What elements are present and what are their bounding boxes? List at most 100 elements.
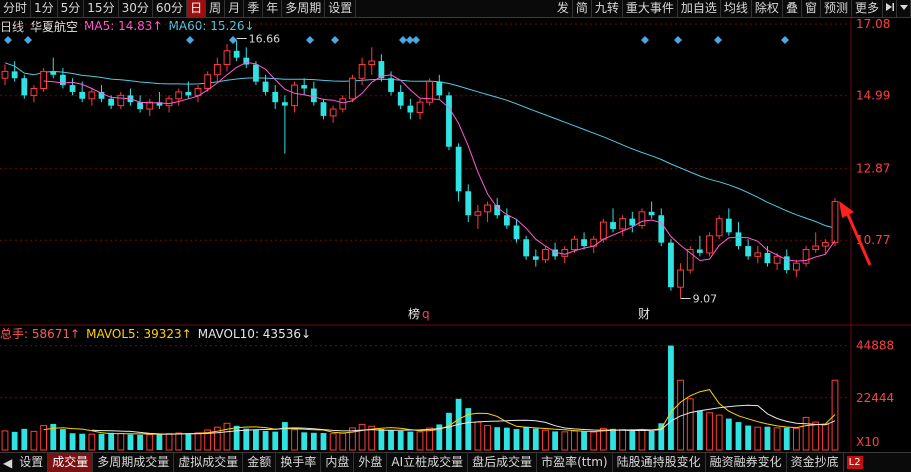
candle-body-54 bbox=[523, 239, 530, 257]
period-tab-6[interactable]: 日 bbox=[187, 0, 207, 17]
volume-bar-82 bbox=[793, 427, 800, 451]
volume-tick-0: 44888 bbox=[856, 339, 894, 353]
tool-button-10[interactable]: 更多 bbox=[852, 0, 883, 17]
period-tab-2[interactable]: 5分 bbox=[58, 0, 85, 17]
candle-67 bbox=[648, 201, 655, 219]
candle-body-8 bbox=[79, 91, 86, 99]
tool-button-2[interactable]: 九转 bbox=[592, 0, 623, 17]
period-tab-7[interactable]: 周 bbox=[206, 0, 226, 17]
candle-body-84 bbox=[812, 245, 820, 250]
volume-bar-80 bbox=[773, 427, 781, 451]
indicator-tab-4[interactable]: 金额 bbox=[243, 453, 277, 472]
price-tick-1: 14.99 bbox=[856, 89, 890, 103]
indicator-tab-6[interactable]: 内盘 bbox=[321, 453, 355, 472]
toolbar: 分时 1分 5分 15分 30分 60分日周月季年多周期 设置 发简九转 重大事件 加自选 均线除… bbox=[0, 0, 911, 18]
candle-37 bbox=[358, 57, 366, 86]
right-tool-buttons: 发简九转 重大事件 加自选 均线 除权叠窗预测 更多 bbox=[554, 0, 883, 17]
volume-bar-73 bbox=[706, 412, 713, 451]
period-tab-1[interactable]: 1分 bbox=[31, 0, 58, 17]
volume-bar-71 bbox=[686, 398, 694, 451]
candle-body-1 bbox=[11, 71, 18, 79]
candle-38 bbox=[368, 47, 376, 75]
tool-button-9[interactable]: 预测 bbox=[821, 0, 852, 17]
volume-bar-85 bbox=[821, 423, 829, 451]
candle-79 bbox=[764, 246, 771, 267]
candle-body-4 bbox=[40, 70, 47, 90]
volume-tick-1: 22444 bbox=[856, 391, 894, 405]
candle-70 bbox=[677, 263, 684, 299]
volume-bar-39 bbox=[378, 429, 385, 450]
indicator-tab-0[interactable]: 设置 bbox=[15, 453, 49, 472]
indicator-tab-7[interactable]: 外盘 bbox=[354, 453, 388, 472]
period-tab-0[interactable]: 分时 bbox=[0, 0, 32, 17]
candle-7 bbox=[69, 78, 76, 96]
volume-bar-41 bbox=[397, 430, 404, 450]
tool-button-4[interactable]: 加自选 bbox=[678, 0, 721, 17]
volume-bar-19 bbox=[185, 433, 192, 450]
candle-body-33 bbox=[320, 102, 327, 116]
indicator-tab-1[interactable]: 成交量 bbox=[48, 453, 94, 472]
candle-51 bbox=[494, 198, 501, 219]
volume-bar-60 bbox=[581, 431, 587, 450]
candle-body-67 bbox=[648, 211, 655, 216]
candle-4 bbox=[40, 67, 47, 92]
tabs-left-arrow-icon[interactable]: ◀ bbox=[0, 456, 15, 470]
period-tab-12[interactable]: 设置 bbox=[325, 0, 357, 17]
candle-body-6 bbox=[60, 74, 66, 86]
tool-button-1[interactable]: 简 bbox=[573, 0, 592, 17]
volume-bar-43 bbox=[416, 431, 424, 451]
candle-body-27 bbox=[262, 81, 269, 92]
period-tab-11[interactable]: 多周期 bbox=[282, 0, 326, 17]
volume-bar-79 bbox=[764, 426, 771, 450]
volume-bar-29 bbox=[281, 422, 288, 450]
volume-bar-30 bbox=[291, 429, 298, 451]
event-diamond-12 bbox=[781, 36, 789, 44]
volume-bar-31 bbox=[301, 432, 308, 450]
period-tab-3[interactable]: 15分 bbox=[84, 0, 119, 17]
indicator-tab-5[interactable]: 换手率 bbox=[276, 453, 322, 472]
period-tab-5[interactable]: 60分 bbox=[153, 0, 188, 17]
candle-body-28 bbox=[272, 91, 279, 103]
volume-bar-18 bbox=[175, 432, 183, 451]
kline-chart[interactable]: 17.0814.9912.8710.774488822444X10 16.669… bbox=[0, 18, 911, 452]
candle-body-31 bbox=[301, 85, 308, 89]
ma60-line bbox=[4, 62, 836, 229]
indicator-tab-3[interactable]: 虚拟成交量 bbox=[174, 453, 244, 472]
event-diamond-5 bbox=[331, 36, 339, 44]
indicator-tab-9[interactable]: 盘后成交量 bbox=[468, 453, 538, 472]
volume-bar-37 bbox=[358, 423, 366, 451]
volume-bar-7 bbox=[69, 433, 76, 450]
mavol10-path bbox=[91, 404, 836, 435]
tab-list: 设置 成交量 多周期成交量 虚拟成交量 金额 换手率 内盘 外盘 AI立桩成交量 盘后成交量 市盈率… bbox=[15, 453, 844, 472]
candle-body-60 bbox=[581, 239, 587, 247]
tool-button-5[interactable]: 均线 bbox=[721, 0, 752, 17]
tool-button-3[interactable]: 重大事件 bbox=[623, 0, 678, 17]
candle-body-63 bbox=[610, 222, 616, 229]
candle-52 bbox=[503, 208, 510, 229]
candle-74 bbox=[715, 215, 723, 240]
step-forward-icon[interactable] bbox=[883, 0, 897, 17]
period-tab-9[interactable]: 季 bbox=[244, 0, 264, 17]
indicator-tab-12[interactable]: 融资融券变化 bbox=[706, 453, 787, 472]
candle-body-79 bbox=[764, 252, 771, 264]
candle-33 bbox=[320, 98, 327, 120]
volume-bar-0 bbox=[1, 430, 9, 451]
period-tab-10[interactable]: 年 bbox=[263, 0, 283, 17]
tool-button-7[interactable]: 叠 bbox=[783, 0, 802, 17]
candle-body-85 bbox=[821, 242, 829, 247]
period-tab-4[interactable]: 30分 bbox=[119, 0, 153, 17]
indicator-tab-8[interactable]: AI立桩成交量 bbox=[387, 453, 469, 472]
indicator-tab-11[interactable]: 陆股通持股变化 bbox=[613, 453, 706, 472]
candle-body-22 bbox=[213, 64, 221, 76]
indicator-tab-2[interactable]: 多周期成交量 bbox=[93, 453, 175, 472]
indicator-tab-13[interactable]: 资金抄底 bbox=[787, 453, 844, 472]
candle-body-69 bbox=[668, 242, 674, 288]
period-tab-8[interactable]: 月 bbox=[225, 0, 245, 17]
tool-button-8[interactable]: 窗 bbox=[802, 0, 821, 17]
volume-bar-63 bbox=[610, 428, 616, 450]
tool-button-0[interactable]: 发 bbox=[554, 0, 573, 17]
volume-bar-12 bbox=[117, 432, 125, 451]
dropdown-icon[interactable] bbox=[897, 0, 911, 17]
tool-button-6[interactable]: 除权 bbox=[752, 0, 783, 17]
indicator-tab-10[interactable]: 市盈率(ttm) bbox=[537, 453, 613, 472]
